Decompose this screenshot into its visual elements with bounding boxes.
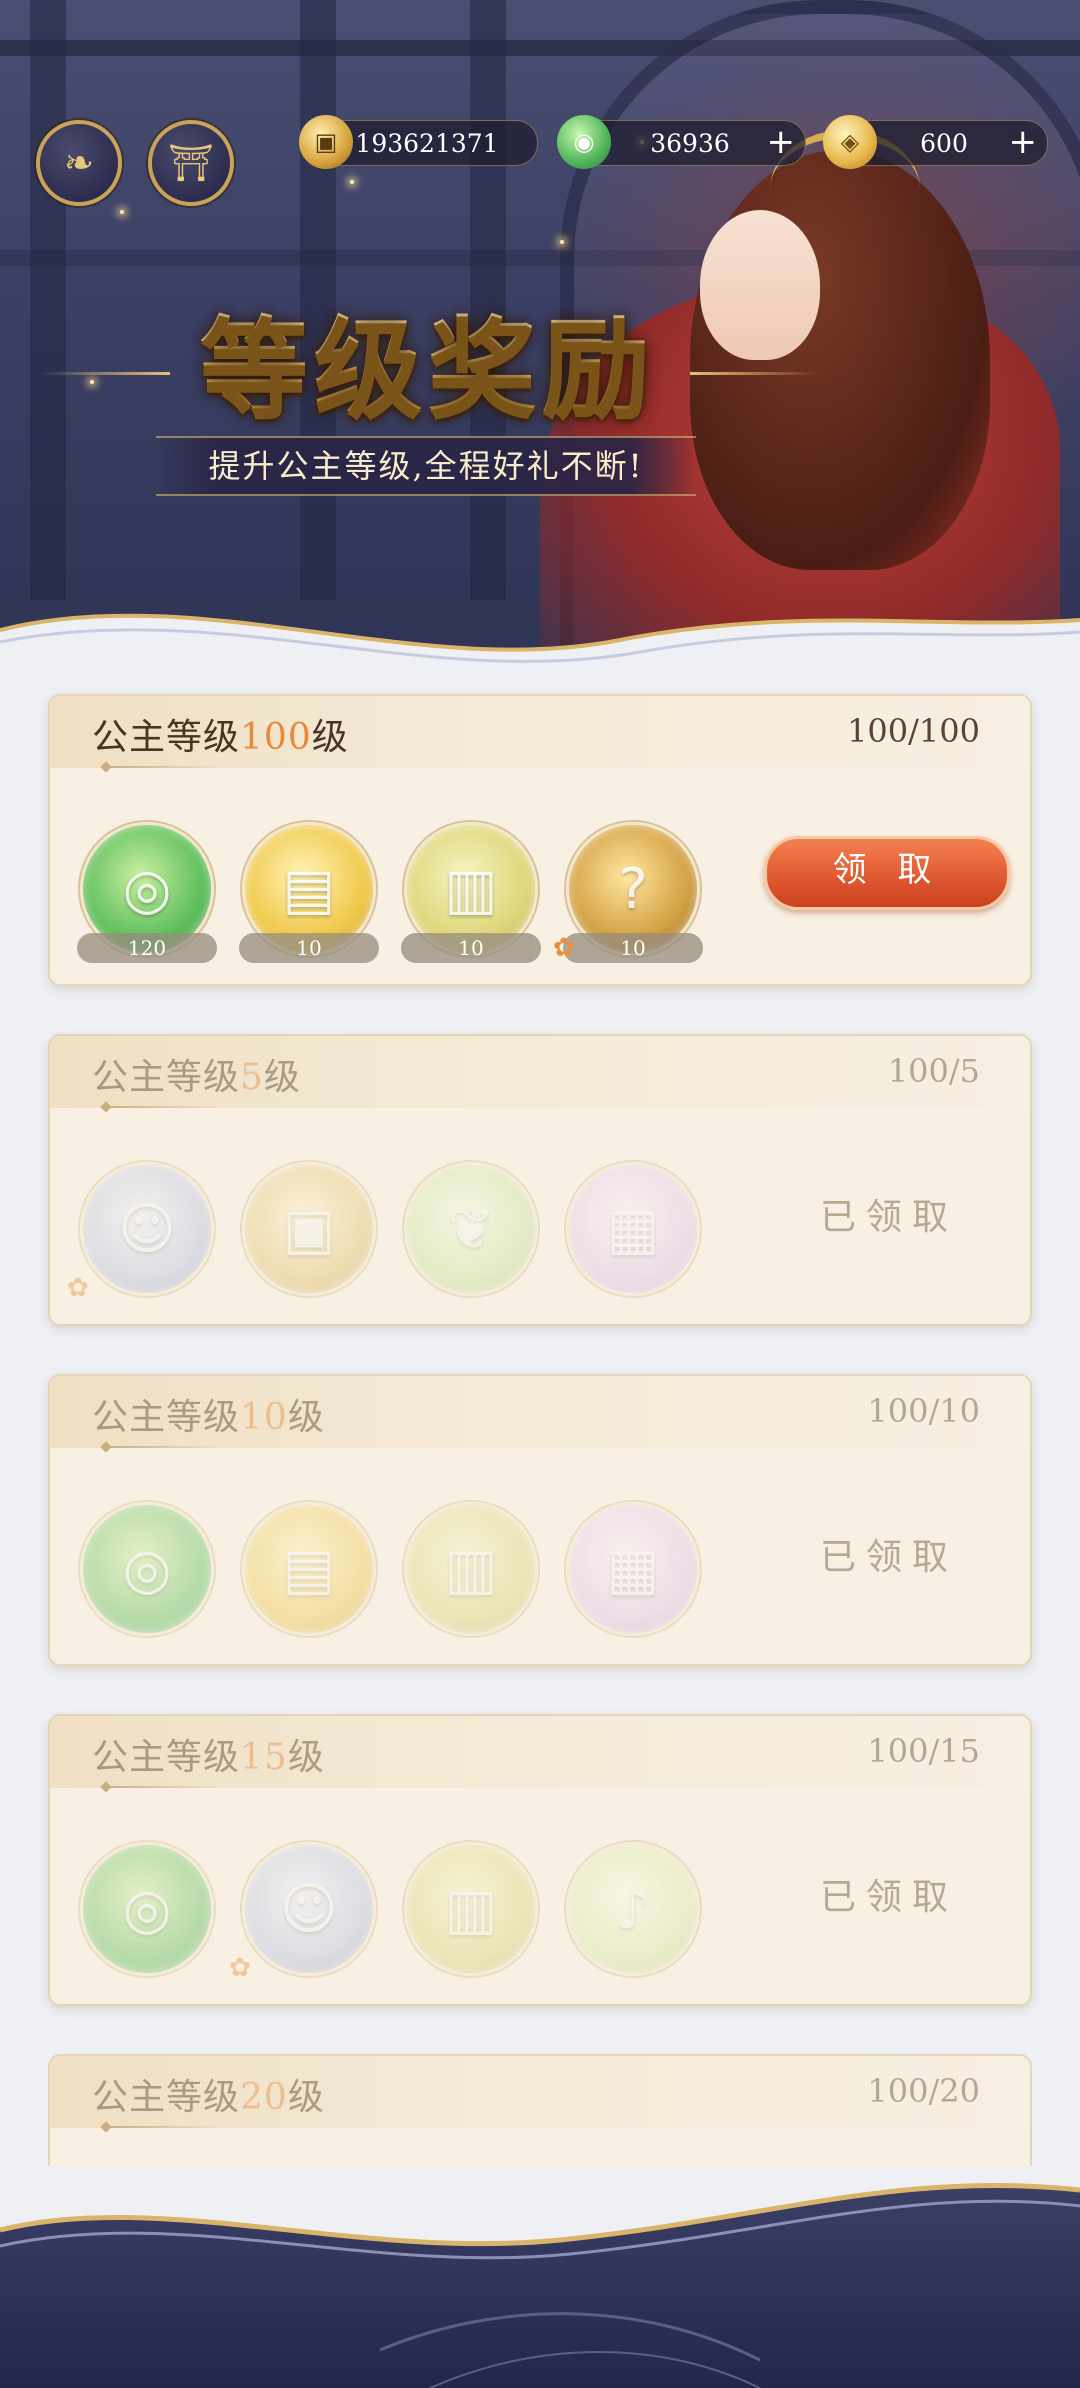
add-jade-button[interactable]: + [767, 121, 796, 165]
reward-item-companion-portrait[interactable]: ☺ ✿ [229, 1842, 376, 1983]
claimed-status: 已领取 [820, 1537, 959, 1578]
bamboo-scroll-icon: ▥ [444, 856, 498, 922]
pillar [30, 0, 66, 600]
reward-item-jade-pendant[interactable]: ◎ [80, 1842, 214, 1976]
companion-portrait-icon: ☺ [279, 1876, 339, 1942]
copper-coin-icon: ▣ [282, 1196, 336, 1262]
bamboo-scroll-icon: ▥ [444, 1876, 498, 1942]
pavilion-icon: ⛩ [168, 143, 214, 184]
book-icon: ▦ [606, 1196, 660, 1262]
reward-item-gold-scroll[interactable]: ▤ [242, 1502, 376, 1636]
flower-badge-icon: ✿ [229, 1953, 251, 1983]
book-icon: ▦ [606, 1536, 660, 1602]
gold-scroll-icon: ▤ [282, 856, 336, 922]
reward-item-book[interactable]: ▦ [566, 1502, 700, 1636]
flower-badge-icon: ✿ [67, 1273, 89, 1303]
reward-item-gold-scroll[interactable]: ▤ 10 [239, 822, 379, 963]
reward-item-copper-coin[interactable]: ▣ [242, 1162, 376, 1296]
item-count: 10 [401, 933, 541, 963]
jade-pendant-icon: ◎ [122, 1876, 172, 1942]
page-title: 等级奖励 [168, 282, 688, 438]
reward-card-level-5: 公主等级5级 100/5 ☺ ✿ ▣ ❦ ▦ 已领取 [48, 1034, 1032, 1326]
level-progress: 100/10 [867, 1392, 980, 1430]
reward-card-level-10: 公主等级10级 100/10 ◎ ▤ ▥ ▦ 已领取 [48, 1374, 1032, 1666]
level-progress: 100/100 [847, 712, 980, 750]
princess-character-art [540, 110, 1080, 680]
bottom-wave-frame [0, 2182, 1080, 2388]
item-count: 10 [239, 933, 379, 963]
tea-leaf-icon: ❦ [447, 1196, 495, 1262]
gold-scroll-icon: ▤ [282, 1536, 336, 1602]
reward-item-bamboo-scroll[interactable]: ▥ 10 [401, 822, 541, 963]
level-label: 公主等级20级 [92, 2077, 325, 2118]
gold-ingot-counter: ◈ 600 + [823, 115, 1048, 169]
page-subtitle: 提升公主等级,全程好礼不断! [156, 436, 696, 496]
jade-pendant-icon: ◎ [122, 1536, 172, 1602]
hero-banner: 等级奖励 提升公主等级,全程好礼不断! [0, 0, 1080, 680]
reward-card-level-15: 公主等级15级 100/15 ◎ ☺ ✿ ▥ ♪ 已领取 [48, 1714, 1032, 2006]
level-progress: 100/15 [867, 1732, 980, 1770]
level-progress: 100/20 [867, 2072, 980, 2110]
copper-coin-counter: ▣ 193621371 [299, 115, 538, 169]
reward-item-jade-pendant[interactable]: ◎ 120 [77, 822, 217, 963]
reward-item-tea-leaf[interactable]: ❦ [404, 1162, 538, 1296]
title-ornament-right [690, 372, 820, 375]
reward-item-bamboo-scroll[interactable]: ▥ [404, 1502, 538, 1636]
claim-button[interactable]: 领 取 [764, 836, 1010, 910]
jade-pendant-icon: ◎ [122, 856, 172, 922]
reward-item-bell[interactable]: ♪ [566, 1842, 700, 1976]
reward-card-level-100: 公主等级100级 100/100 ◎ 120 ▤ 10 ▥ 10 ? 10 ✿ … [48, 694, 1032, 986]
reward-item-jade-pendant[interactable]: ◎ [80, 1502, 214, 1636]
back-button[interactable]: ❧ [36, 120, 122, 206]
claimed-status: 已领取 [820, 1197, 959, 1238]
companion-portrait-icon: ☺ [117, 1196, 177, 1262]
reward-item-book[interactable]: ▦ [566, 1162, 700, 1296]
level-label: 公主等级100级 [92, 717, 349, 758]
copper-coin-icon: ▣ [299, 115, 353, 169]
level-progress: 100/5 [887, 1052, 980, 1090]
item-count: 10 [563, 933, 703, 963]
item-count: 120 [77, 933, 217, 963]
mystery-chest-icon: ? [618, 856, 648, 922]
reward-item-bamboo-scroll[interactable]: ▥ [404, 1842, 538, 1976]
level-label: 公主等级15级 [92, 1737, 325, 1778]
pavilion-button[interactable]: ⛩ [148, 120, 234, 206]
bamboo-scroll-icon: ▥ [444, 1536, 498, 1602]
claimed-status: 已领取 [820, 1877, 959, 1918]
jade-icon: ◉ [557, 115, 611, 169]
add-gold-button[interactable]: + [1009, 121, 1038, 165]
leaf-icon: ❧ [63, 142, 95, 184]
gold-ingot-icon: ◈ [823, 115, 877, 169]
title-ornament-left [40, 372, 170, 375]
banner-wave-border [0, 613, 1080, 680]
jade-counter: ◉ 36936 + [557, 115, 806, 169]
reward-item-mystery-chest[interactable]: ? 10 ✿ [553, 822, 703, 963]
flower-badge-icon: ✿ [553, 933, 575, 963]
level-label: 公主等级5级 [92, 1057, 301, 1098]
bell-icon: ♪ [615, 1876, 651, 1942]
reward-item-companion-portrait[interactable]: ☺ ✿ [67, 1162, 214, 1303]
level-label: 公主等级10级 [92, 1397, 325, 1438]
